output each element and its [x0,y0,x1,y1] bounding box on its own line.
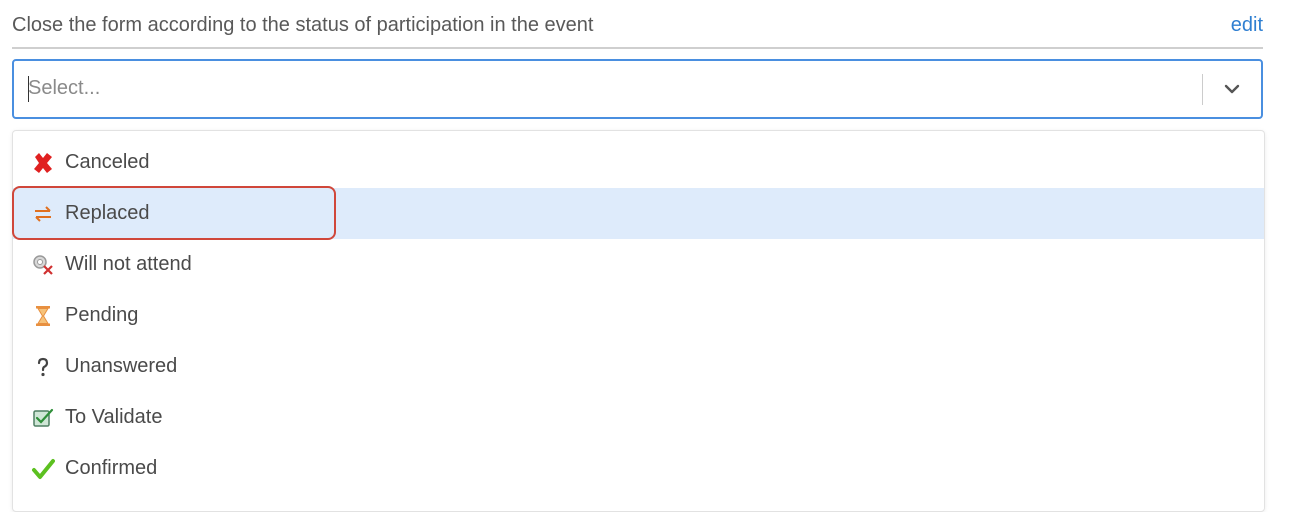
replaced-arrows-icon [31,202,55,226]
option-replaced[interactable]: Replaced [13,188,1264,239]
hourglass-icon [31,304,55,328]
option-to-validate[interactable]: To Validate [13,392,1264,443]
label-divider [12,47,1263,49]
select-placeholder[interactable]: Select... [28,77,100,100]
option-label: Unanswered [65,355,178,377]
option-unanswered[interactable]: Unanswered [13,341,1264,392]
option-label: Replaced [65,202,150,224]
question-mark-icon [31,355,55,379]
option-canceled[interactable]: Canceled [13,137,1264,188]
status-select[interactable]: Select... [12,59,1263,119]
option-confirmed[interactable]: Confirmed [13,443,1264,494]
select-separator [1202,74,1203,105]
option-label: Confirmed [65,457,158,479]
options-menu: Canceled Replaced Will not attend Pendin… [12,130,1265,512]
option-label: Pending [65,304,139,326]
option-label: Will not attend [65,253,192,275]
option-label: To Validate [65,406,163,428]
field-label: Close the form according to the status o… [12,14,594,36]
option-label: Canceled [65,151,150,173]
checkmark-icon [31,457,55,481]
chevron-down-icon[interactable] [1221,78,1243,100]
canceled-x-icon [31,151,55,175]
option-pending[interactable]: Pending [13,290,1264,341]
text-caret [28,76,29,102]
option-will-not-attend[interactable]: Will not attend [13,239,1264,290]
will-not-attend-icon [31,253,55,277]
to-validate-icon [31,406,55,430]
edit-link[interactable]: edit [1231,14,1263,37]
